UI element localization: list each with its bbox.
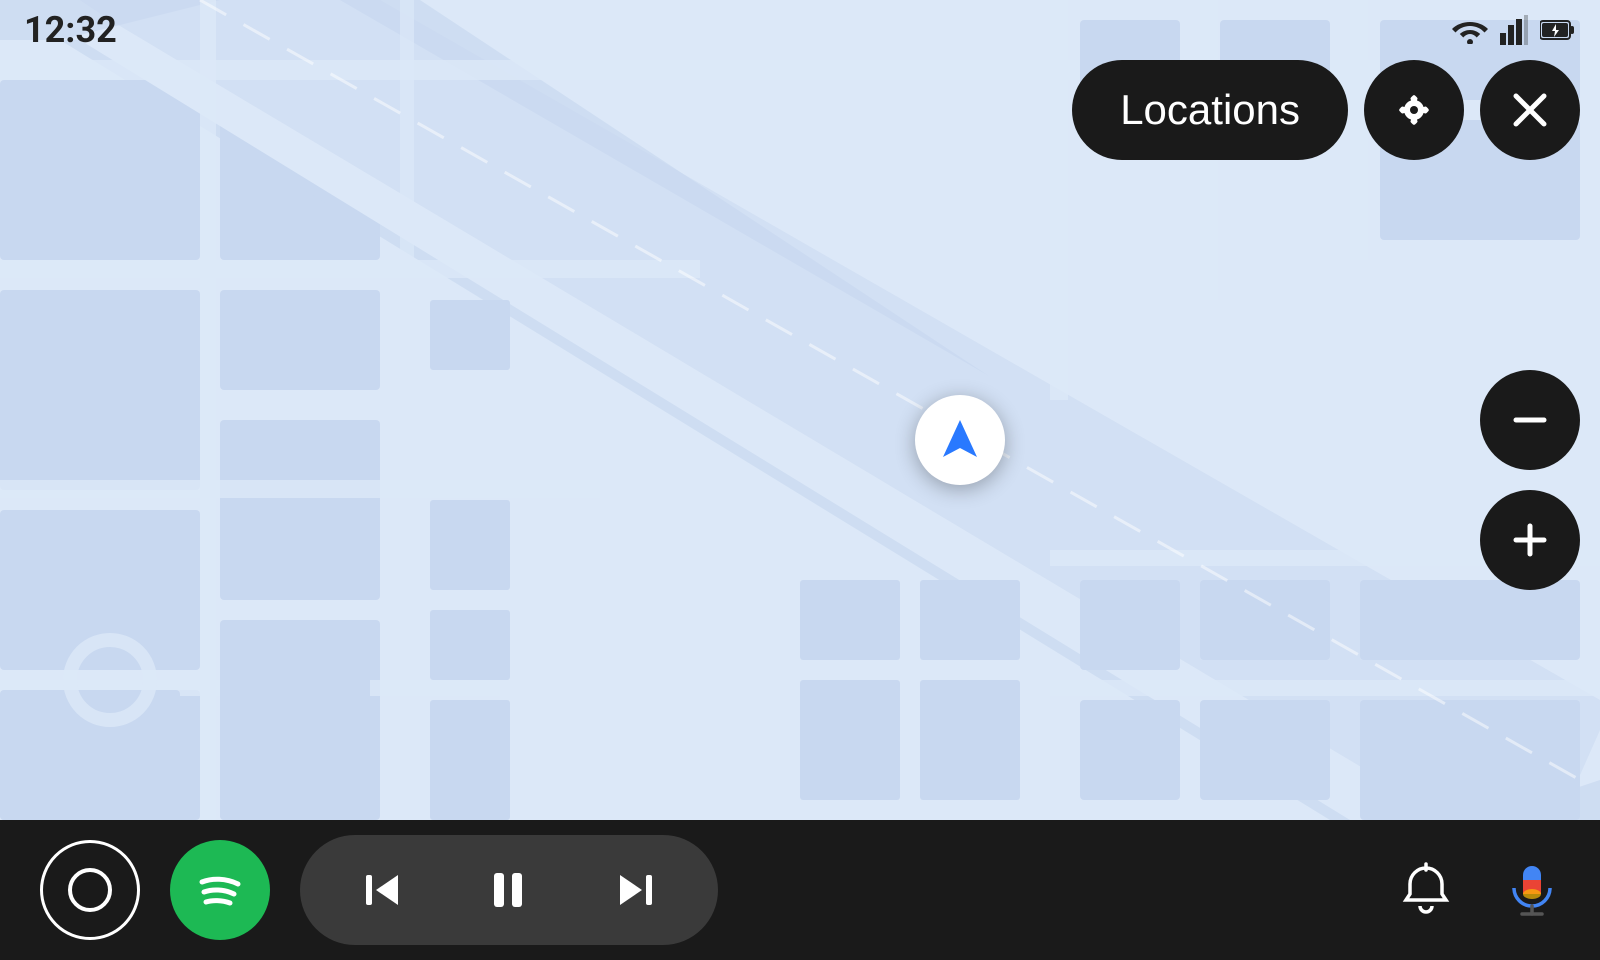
zoom-out-icon <box>1508 398 1552 442</box>
status-bar: 12:32 <box>0 0 1600 60</box>
close-icon <box>1508 88 1552 132</box>
zoom-out-button[interactable] <box>1480 370 1580 470</box>
home-button[interactable] <box>40 840 140 940</box>
notification-button[interactable] <box>1398 862 1454 918</box>
bottom-bar <box>0 820 1600 960</box>
bell-icon <box>1398 862 1454 918</box>
media-controls <box>300 835 718 945</box>
prev-track-icon <box>360 867 406 913</box>
spotify-button[interactable] <box>170 840 270 940</box>
status-icons <box>1452 15 1576 45</box>
pause-button[interactable] <box>476 867 542 913</box>
gear-icon <box>1389 85 1439 135</box>
next-track-icon <box>612 867 658 913</box>
next-track-button[interactable] <box>602 867 668 913</box>
zoom-controls <box>1480 370 1580 590</box>
close-button[interactable] <box>1480 60 1580 160</box>
pause-icon <box>486 867 532 913</box>
top-controls: Locations <box>1072 60 1580 160</box>
right-controls <box>1398 862 1560 918</box>
mic-icon <box>1504 862 1560 918</box>
signal-icon <box>1500 15 1528 45</box>
microphone-button[interactable] <box>1504 862 1560 918</box>
zoom-in-button[interactable] <box>1480 490 1580 590</box>
navigation-arrow-icon <box>935 415 985 465</box>
battery-icon <box>1540 18 1576 42</box>
time-display: 12:32 <box>24 9 117 51</box>
wifi-icon <box>1452 16 1488 44</box>
home-icon <box>64 864 116 916</box>
spotify-icon <box>190 860 250 920</box>
prev-track-button[interactable] <box>350 867 416 913</box>
user-location-marker <box>915 395 1005 485</box>
settings-button[interactable] <box>1364 60 1464 160</box>
locations-button[interactable]: Locations <box>1072 60 1348 160</box>
zoom-in-icon <box>1508 518 1552 562</box>
